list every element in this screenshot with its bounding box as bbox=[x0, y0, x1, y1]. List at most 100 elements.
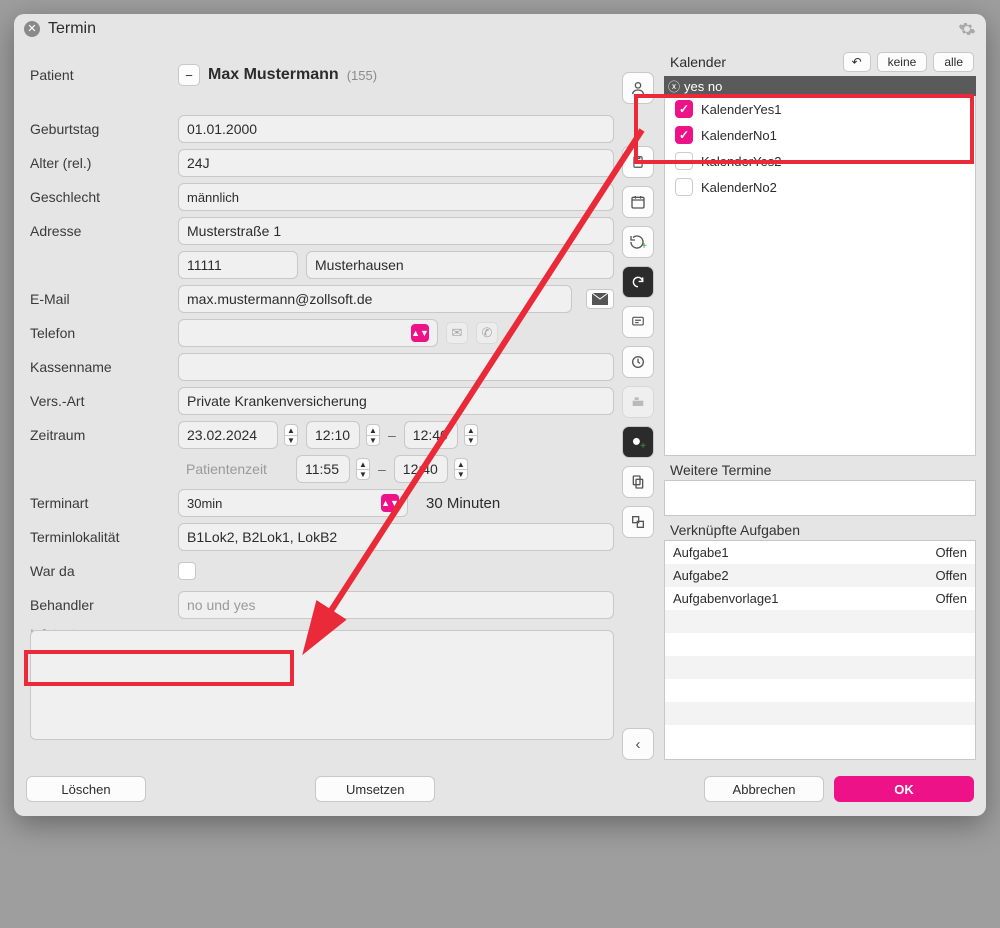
calendar-item-label: KalenderYes2 bbox=[701, 154, 781, 169]
date-stepper[interactable]: ▲▼ bbox=[284, 424, 298, 446]
phone-type-stepper[interactable]: ▲▼ bbox=[411, 324, 429, 342]
task-name: Aufgabenvorlage1 bbox=[673, 591, 779, 606]
period-date[interactable]: 23.02.2024 bbox=[178, 421, 278, 449]
sms-button[interactable]: ✉ bbox=[446, 322, 468, 344]
label-gender: Geschlecht bbox=[30, 189, 170, 205]
call-button[interactable]: ✆ bbox=[476, 322, 498, 344]
label-appointment-kind: Terminart bbox=[30, 495, 170, 511]
appointment-locality-field[interactable]: B1Lok2, B2Lok1, LokB2 bbox=[178, 523, 614, 551]
from-stepper[interactable]: ▲▼ bbox=[366, 424, 380, 446]
label-insurance-type: Vers.-Art bbox=[30, 393, 170, 409]
copy-appointment-icon-button[interactable] bbox=[622, 466, 654, 498]
task-status: Offen bbox=[935, 568, 967, 583]
to-stepper[interactable]: ▲▼ bbox=[464, 424, 478, 446]
cash-register-icon-button[interactable] bbox=[622, 386, 654, 418]
remove-patient-button[interactable]: − bbox=[178, 64, 200, 86]
label-linked-tasks: Verknüpfte Aufgaben bbox=[664, 516, 976, 540]
insurance-type-field[interactable]: Private Krankenversicherung bbox=[178, 387, 614, 415]
task-row[interactable]: Aufgabe2Offen bbox=[665, 564, 975, 587]
calendar-item[interactable]: KalenderYes2 bbox=[665, 148, 975, 174]
calendar-checkbox[interactable] bbox=[675, 126, 693, 144]
gender-select[interactable]: männlich ⌄ bbox=[178, 183, 614, 211]
calendar-item-label: KalenderNo1 bbox=[701, 128, 777, 143]
was-there-checkbox[interactable] bbox=[178, 562, 196, 580]
task-row-empty bbox=[665, 702, 975, 725]
cancel-button[interactable]: Abbrechen bbox=[704, 776, 824, 802]
calendar-item[interactable]: KalenderNo1 bbox=[665, 122, 975, 148]
patfrom-stepper[interactable]: ▲▼ bbox=[356, 458, 370, 480]
period-to[interactable]: 12:40 bbox=[404, 421, 458, 449]
patient-time-to[interactable]: 12:40 bbox=[394, 455, 448, 483]
calendar-checkbox[interactable] bbox=[675, 178, 693, 196]
move-button[interactable]: Umsetzen bbox=[315, 776, 435, 802]
patto-stepper[interactable]: ▲▼ bbox=[454, 458, 468, 480]
label-insurance-name: Kassenname bbox=[30, 359, 170, 375]
task-row[interactable]: Aufgabe1Offen bbox=[665, 541, 975, 564]
calendar-list: KalenderYes1 KalenderNo1 KalenderYes2 Kalen… bbox=[664, 96, 976, 456]
calendar-item[interactable]: KalenderYes1 bbox=[665, 96, 975, 122]
calendar-search-row[interactable]: ⓧ yes no bbox=[664, 76, 976, 96]
task-row[interactable]: Aufgabenvorlage1Offen bbox=[665, 587, 975, 610]
calendar-item-label: KalenderYes1 bbox=[701, 102, 781, 117]
city-field[interactable]: Musterhausen bbox=[306, 251, 614, 279]
send-mail-button[interactable] bbox=[586, 289, 614, 309]
street-field[interactable]: Musterstraße 1 bbox=[178, 217, 614, 245]
calendar-icon-button[interactable] bbox=[622, 186, 654, 218]
label-age: Alter (rel.) bbox=[30, 155, 170, 171]
practitioner-field[interactable]: no und yes bbox=[178, 591, 614, 619]
appointment-duration: 30 Minuten bbox=[426, 495, 500, 512]
label-was-there: War da bbox=[30, 563, 170, 579]
phone-field[interactable]: ▲▼ bbox=[178, 319, 438, 347]
task-row-empty bbox=[665, 610, 975, 633]
label-appointment-locality: Terminlokalität bbox=[30, 529, 170, 545]
clear-search-icon[interactable]: ⓧ bbox=[668, 78, 680, 95]
task-row-empty bbox=[665, 633, 975, 656]
calendar-checkbox[interactable] bbox=[675, 100, 693, 118]
linked-tasks-panel: Aufgabe1OffenAufgabe2OffenAufgabenvorlag… bbox=[664, 540, 976, 760]
email-field[interactable]: max.mustermann@zollsoft.de bbox=[178, 285, 572, 313]
calendar-undo-button[interactable]: ↶ bbox=[843, 52, 871, 72]
history-icon-button[interactable] bbox=[622, 346, 654, 378]
task-status: Offen bbox=[935, 545, 967, 560]
location-add-icon-button[interactable]: + bbox=[622, 426, 654, 458]
patient-name: Max Mustermann bbox=[208, 66, 339, 84]
footer-buttons: Löschen Umsetzen Abbrechen OK bbox=[14, 760, 986, 816]
message-icon-button[interactable] bbox=[622, 306, 654, 338]
duplicate-icon-button[interactable] bbox=[622, 506, 654, 538]
calendar-item[interactable]: KalenderNo2 bbox=[665, 174, 975, 200]
appt-kind-stepper[interactable]: ▲▼ bbox=[381, 494, 399, 512]
clipboard-icon-button[interactable] bbox=[622, 146, 654, 178]
gear-icon[interactable] bbox=[958, 20, 976, 38]
termin-window: ✕ Termin Patient − Max Mustermann (155) … bbox=[14, 14, 986, 816]
window-close-button[interactable]: ✕ bbox=[24, 21, 40, 37]
appointment-kind-select[interactable]: 30min ▲▼ bbox=[178, 489, 408, 517]
calendar-all-button[interactable]: alle bbox=[933, 52, 974, 72]
window-title: Termin bbox=[48, 20, 96, 38]
infotext-textarea[interactable] bbox=[30, 630, 614, 740]
label-birthday: Geburtstag bbox=[30, 121, 170, 137]
patient-id: (155) bbox=[347, 68, 377, 83]
task-row-empty bbox=[665, 725, 975, 748]
calendar-checkbox[interactable] bbox=[675, 152, 693, 170]
label-phone: Telefon bbox=[30, 325, 170, 341]
calendar-search-value: yes no bbox=[684, 79, 722, 94]
patient-time-from[interactable]: 11:55 bbox=[296, 455, 350, 483]
age-field[interactable]: 24J bbox=[178, 149, 614, 177]
patient-icon-button[interactable] bbox=[622, 72, 654, 104]
label-patient: Patient bbox=[30, 67, 170, 83]
form-panel: Patient − Max Mustermann (155) Geburtsta… bbox=[22, 50, 618, 760]
period-from[interactable]: 12:10 bbox=[306, 421, 360, 449]
recurrence-icon-button[interactable]: + bbox=[622, 226, 654, 258]
collapse-right-button[interactable]: ‹ bbox=[622, 728, 654, 760]
ok-button[interactable]: OK bbox=[834, 776, 974, 802]
refresh-icon-button[interactable] bbox=[622, 266, 654, 298]
action-icon-column: + + ‹ bbox=[618, 50, 658, 760]
task-row-empty bbox=[665, 656, 975, 679]
delete-button[interactable]: Löschen bbox=[26, 776, 146, 802]
zip-field[interactable]: 11111 bbox=[178, 251, 298, 279]
label-calendar: Kalender bbox=[670, 54, 837, 70]
calendar-none-button[interactable]: keine bbox=[877, 52, 928, 72]
insurance-name-field[interactable] bbox=[178, 353, 614, 381]
birthday-field[interactable]: 01.01.2000 bbox=[178, 115, 614, 143]
calendar-item-label: KalenderNo2 bbox=[701, 180, 777, 195]
